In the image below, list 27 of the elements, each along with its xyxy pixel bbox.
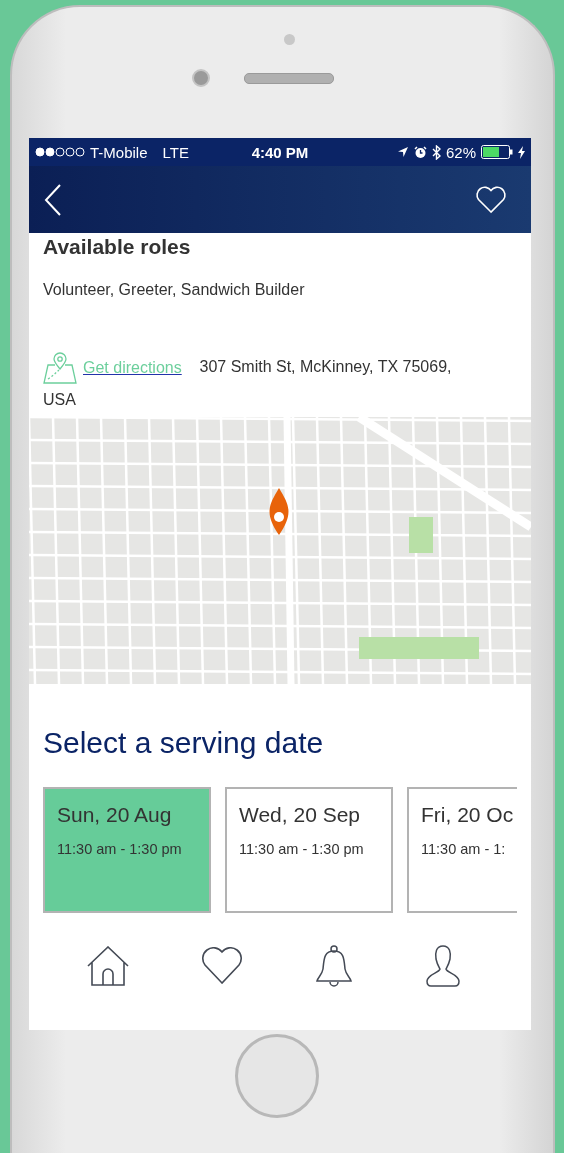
status-time: 4:40 PM bbox=[251, 143, 309, 161]
date-card[interactable]: Sun, 20 Aug 11:30 am - 1:30 pm bbox=[43, 787, 211, 913]
roles-text: Volunteer, Greeter, Sandwich Builder bbox=[43, 281, 306, 299]
battery-percent: 62% bbox=[445, 143, 476, 161]
camera-icon bbox=[191, 69, 210, 87]
back-icon[interactable] bbox=[44, 183, 62, 216]
charging-icon bbox=[518, 145, 525, 159]
carrier-name: T-Mobile bbox=[90, 143, 148, 161]
address-text: Get directions 307 Smith St, McKinney, TX 75069, USA bbox=[43, 351, 517, 416]
battery-icon bbox=[481, 145, 513, 159]
favorite-icon[interactable] bbox=[475, 185, 507, 214]
alarm-icon bbox=[413, 145, 427, 159]
speaker-icon bbox=[243, 72, 334, 84]
map-pin-icon bbox=[43, 351, 77, 384]
network-type: LTE bbox=[162, 143, 189, 161]
sensor-icon bbox=[283, 34, 295, 45]
home-icon[interactable] bbox=[87, 946, 129, 986]
section-title: Available roles bbox=[43, 235, 192, 259]
heart-icon[interactable] bbox=[201, 947, 243, 985]
user-icon[interactable] bbox=[425, 945, 461, 987]
date-card[interactable]: Fri, 20 Oc 11:30 am - 1: bbox=[407, 787, 517, 913]
date-card[interactable]: Wed, 20 Sep 11:30 am - 1:30 pm bbox=[225, 787, 393, 913]
signal-icon bbox=[35, 147, 85, 157]
bluetooth-icon bbox=[431, 144, 441, 160]
bell-icon[interactable] bbox=[315, 945, 353, 987]
section-title: Select a serving date bbox=[43, 726, 325, 760]
location-arrow-icon bbox=[396, 146, 409, 158]
